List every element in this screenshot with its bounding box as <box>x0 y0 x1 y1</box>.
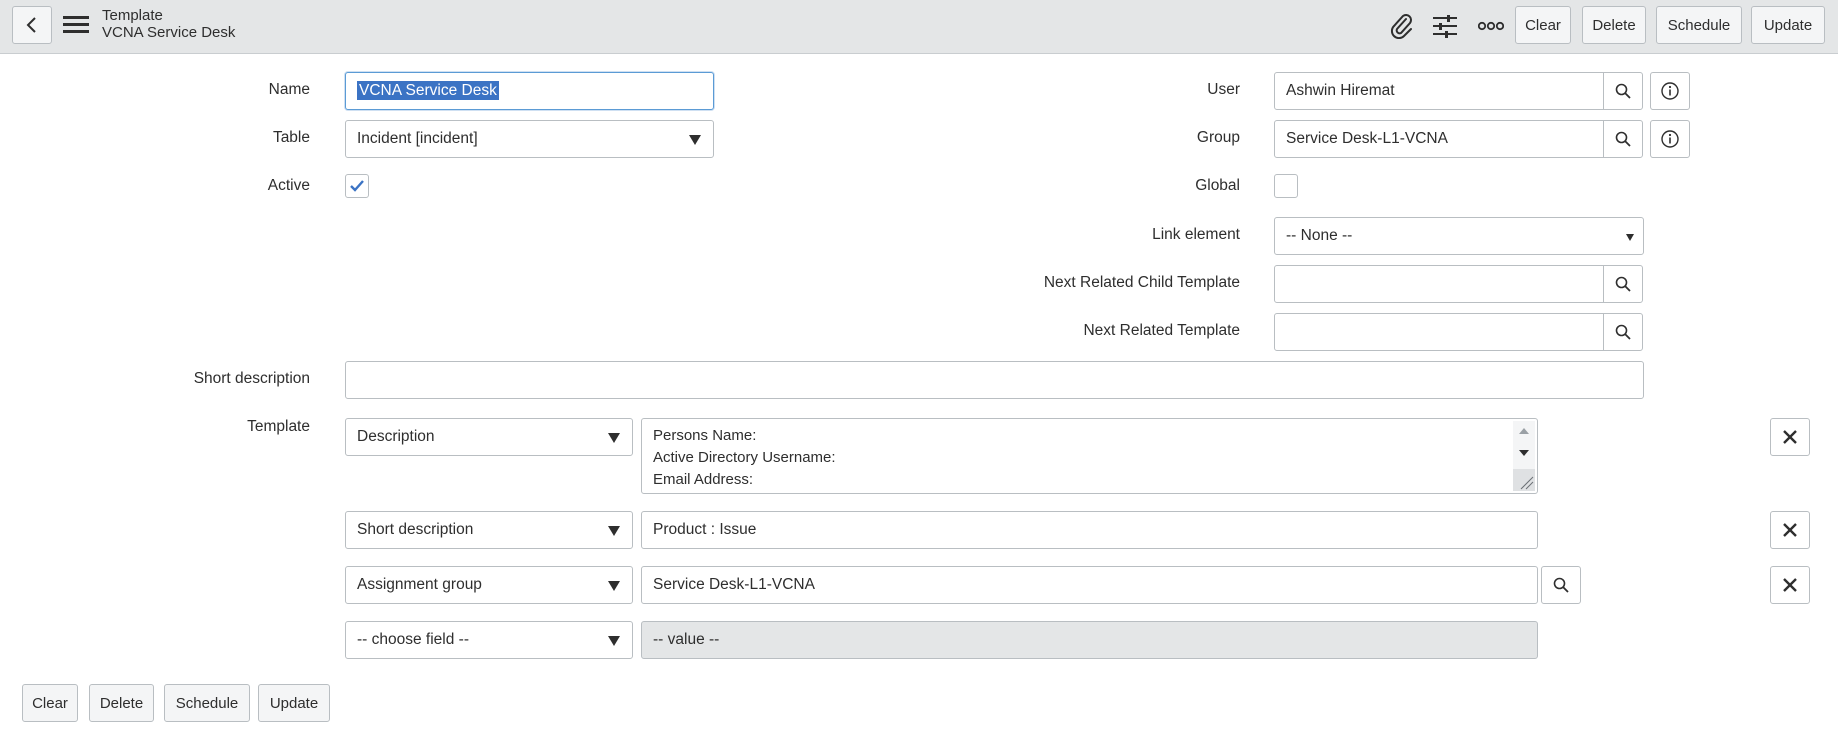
footer-update-button[interactable]: Update <box>258 684 330 722</box>
user-label: User <box>1207 81 1240 98</box>
search-icon <box>1615 276 1631 292</box>
search-icon <box>1615 131 1631 147</box>
record-display-value: VCNA Service Desk <box>102 24 236 41</box>
table-value: Incident [incident] <box>357 130 478 147</box>
active-label: Active <box>267 177 310 194</box>
search-icon <box>1553 577 1569 593</box>
group-label: Group <box>1196 129 1240 146</box>
textarea-line: Persons Name: <box>653 427 757 444</box>
sliders-icon[interactable] <box>1431 12 1459 40</box>
page-title: Template <box>102 7 163 24</box>
template-field-select[interactable]: Short description <box>345 511 633 549</box>
dropdown-arrow-icon <box>1626 234 1634 241</box>
search-icon <box>1615 83 1631 99</box>
dropdown-arrow-icon <box>608 433 620 443</box>
textarea-scrollbar[interactable] <box>1513 421 1535 491</box>
next-related-child-field[interactable] <box>1274 265 1604 303</box>
active-checkbox[interactable] <box>345 174 369 198</box>
global-label: Global <box>1195 177 1240 194</box>
footer-clear-button[interactable]: Clear <box>22 684 78 722</box>
scroll-down-icon <box>1519 450 1529 456</box>
link-element-select[interactable]: -- None -- <box>1274 217 1644 255</box>
next-related-lookup-button[interactable] <box>1603 313 1643 351</box>
footer-delete-button[interactable]: Delete <box>89 684 154 722</box>
name-label: Name <box>268 81 310 98</box>
remove-template-row-button[interactable] <box>1770 566 1810 604</box>
header-clear-button[interactable]: Clear <box>1515 6 1571 44</box>
footer-schedule-button[interactable]: Schedule <box>164 684 250 722</box>
assignment-group-lookup-button[interactable] <box>1541 566 1581 604</box>
close-icon <box>1783 523 1797 537</box>
name-field[interactable]: VCNA Service Desk <box>345 72 714 110</box>
back-button[interactable] <box>12 6 52 44</box>
scroll-up-icon <box>1519 428 1529 434</box>
next-related-field[interactable] <box>1274 313 1604 351</box>
dropdown-arrow-icon <box>608 636 620 646</box>
template-field-value: Short description <box>357 521 474 538</box>
link-element-value: -- None -- <box>1286 227 1353 244</box>
info-icon <box>1661 82 1679 100</box>
header-schedule-button[interactable]: Schedule <box>1656 6 1742 44</box>
group-field[interactable]: Service Desk-L1-VCNA <box>1274 120 1604 158</box>
next-related-child-lookup-button[interactable] <box>1603 265 1643 303</box>
next-related-child-label: Next Related Child Template <box>1043 274 1240 291</box>
form-header: Template VCNA Service Desk Clear Delete … <box>0 0 1838 54</box>
template-choose-field-select[interactable]: -- choose field -- <box>345 621 633 659</box>
remove-template-row-button[interactable] <box>1770 418 1810 456</box>
template-short-description-input[interactable]: Product : Issue <box>641 511 1538 549</box>
group-info-button[interactable] <box>1650 120 1690 158</box>
template-field-value: Assignment group <box>357 576 482 593</box>
template-description-textarea[interactable]: Persons Name: Active Directory Username:… <box>641 418 1538 494</box>
short-description-field[interactable] <box>345 361 1644 399</box>
group-lookup-button[interactable] <box>1603 120 1643 158</box>
link-element-label: Link element <box>1152 226 1240 243</box>
search-icon <box>1615 324 1631 340</box>
table-label: Table <box>272 129 310 146</box>
textarea-line: Email Address: <box>653 471 754 488</box>
remove-template-row-button[interactable] <box>1770 511 1810 549</box>
resize-handle-icon <box>1513 469 1535 491</box>
global-checkbox[interactable] <box>1274 174 1298 198</box>
info-icon <box>1661 130 1679 148</box>
hamburger-menu-icon[interactable] <box>63 14 89 36</box>
next-related-label: Next Related Template <box>1083 322 1240 339</box>
table-select[interactable]: Incident [incident] <box>345 120 714 158</box>
more-options-icon[interactable] <box>1477 12 1505 40</box>
template-field-select[interactable]: Description <box>345 418 633 456</box>
chevron-left-icon <box>26 17 36 33</box>
textarea-line: Active Directory Username: <box>653 449 836 466</box>
name-value: VCNA Service Desk <box>357 81 499 100</box>
header-delete-button[interactable]: Delete <box>1582 6 1646 44</box>
template-field-value: -- choose field -- <box>357 631 469 648</box>
close-icon <box>1783 578 1797 592</box>
template-label: Template <box>247 418 310 435</box>
record-title: Template VCNA Service Desk <box>102 7 235 41</box>
close-icon <box>1783 430 1797 444</box>
user-info-button[interactable] <box>1650 72 1690 110</box>
user-field[interactable]: Ashwin Hiremat <box>1274 72 1604 110</box>
dropdown-arrow-icon <box>608 581 620 591</box>
template-assignment-group-input[interactable]: Service Desk-L1-VCNA <box>641 566 1538 604</box>
paperclip-icon[interactable] <box>1388 12 1416 40</box>
template-field-select[interactable]: Assignment group <box>345 566 633 604</box>
header-update-button[interactable]: Update <box>1751 6 1825 44</box>
short-description-label: Short description <box>193 370 310 387</box>
dropdown-arrow-icon <box>689 135 701 145</box>
user-lookup-button[interactable] <box>1603 72 1643 110</box>
dropdown-arrow-icon <box>608 526 620 536</box>
template-value-input[interactable]: -- value -- <box>641 621 1538 659</box>
template-field-value: Description <box>357 428 435 445</box>
checkmark-icon <box>350 180 364 192</box>
